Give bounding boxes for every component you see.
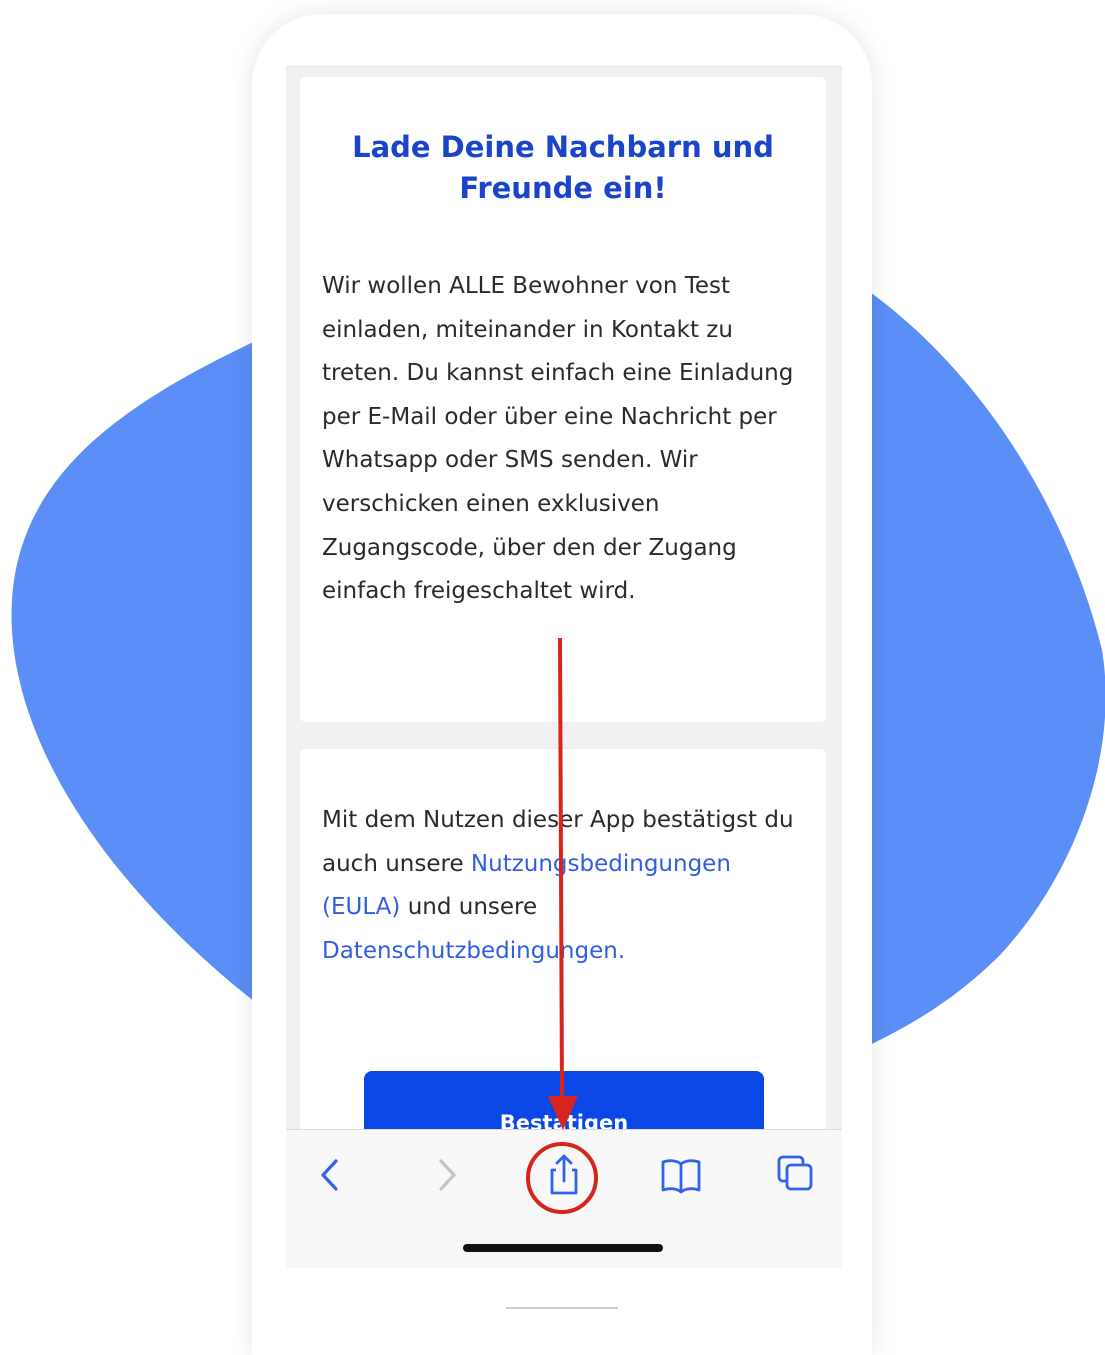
- bookmarks-icon[interactable]: [656, 1150, 706, 1200]
- privacy-link[interactable]: Datenschutzbedingungen.: [322, 938, 625, 964]
- chevron-left-icon[interactable]: [305, 1150, 355, 1200]
- home-indicator: [463, 1244, 663, 1252]
- terms-text: Mit dem Nutzen dieser App bestätigst du …: [322, 799, 816, 973]
- phone-frame: Lade Deine Nachbarn und Freunde ein! Wir…: [252, 14, 872, 1355]
- share-icon[interactable]: [539, 1150, 589, 1200]
- chevron-right-icon[interactable]: [422, 1150, 472, 1200]
- browser-viewport: Lade Deine Nachbarn und Freunde ein! Wir…: [286, 66, 842, 1267]
- safari-toolbar: [286, 1129, 842, 1268]
- invite-description: Wir wollen ALLE Bewohner von Test einlad…: [322, 273, 794, 605]
- stage: Lade Deine Nachbarn und Freunde ein! Wir…: [0, 0, 1105, 1355]
- terms-text-part-2: und unsere: [400, 894, 538, 921]
- phone-bottom-line: [506, 1307, 618, 1309]
- invite-card: Lade Deine Nachbarn und Freunde ein! Wir…: [300, 77, 826, 722]
- invite-title: Lade Deine Nachbarn und Freunde ein!: [352, 130, 774, 205]
- tabs-icon[interactable]: [771, 1150, 821, 1200]
